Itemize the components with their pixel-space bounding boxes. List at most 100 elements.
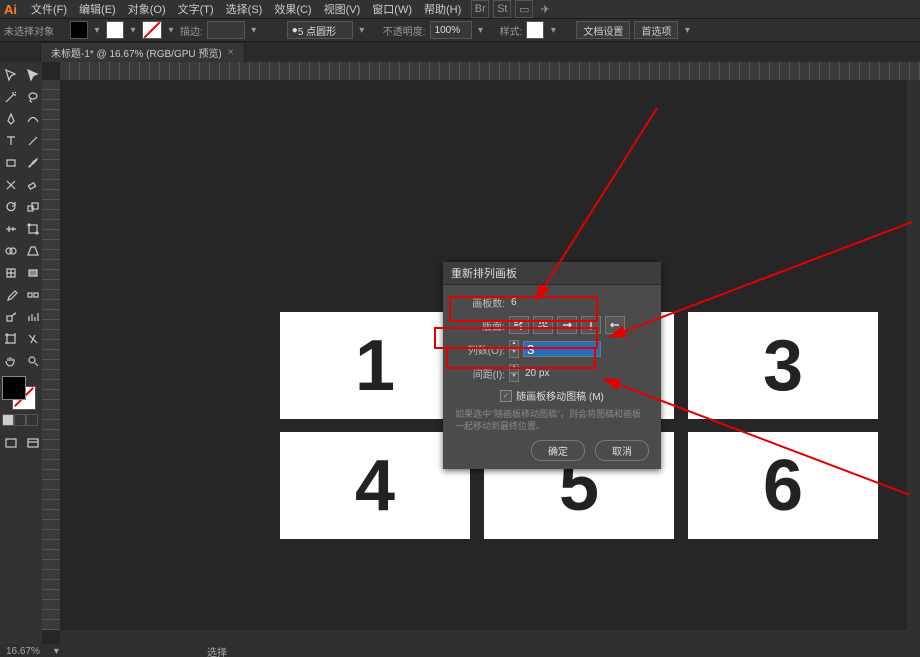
artboard-1[interactable]: 1 <box>280 312 470 419</box>
ruler-horizontal[interactable] <box>60 62 920 81</box>
tab-close-icon[interactable]: × <box>228 47 234 58</box>
zoom-level[interactable]: 16.67% <box>6 646 40 657</box>
stroke-weight-field[interactable] <box>207 21 245 39</box>
artboard-count-label: 画板数: <box>455 295 505 310</box>
layout-col-button[interactable] <box>581 316 601 334</box>
current-tool-label: 选择 <box>207 644 227 657</box>
dialog-help-text: 如果选中“随画板移动图稿”，则会将图稿和画板一起移动到最终位置。 <box>455 409 649 432</box>
columns-stepper[interactable]: ▴▾ <box>509 340 519 358</box>
style-label: 样式: <box>500 23 523 38</box>
fill-swatch[interactable] <box>70 21 88 39</box>
toolbar <box>0 62 42 644</box>
menu-edit[interactable]: 编辑(E) <box>73 1 122 17</box>
mesh-tool[interactable] <box>0 262 22 284</box>
type-tool[interactable] <box>0 130 22 152</box>
screen-mode-toggle[interactable] <box>22 432 44 454</box>
no-selection-label: 未选择对象 <box>4 23 54 38</box>
width-tool[interactable] <box>0 218 22 240</box>
status-bar: 16.67%▾ 选择 <box>0 644 920 657</box>
menu-help[interactable]: 帮助(H) <box>418 1 467 17</box>
layout-grid-row-button[interactable] <box>509 316 529 334</box>
menu-file[interactable]: 文件(F) <box>25 1 73 17</box>
preferences-button[interactable]: 首选项 <box>634 21 678 39</box>
control-bar: 未选择对象 ▾ ▾ ▾ 描边: ▾ ● 5 点圆形 ▾ 不透明度: 100% ▾… <box>0 18 920 42</box>
eyedropper-tool[interactable] <box>0 284 22 306</box>
bridge-icon[interactable]: Br <box>471 0 489 18</box>
color-modes[interactable] <box>2 414 44 426</box>
tab-bar: 未标题-1* @ 16.67% (RGB/GPU 预览) × <box>0 42 920 62</box>
artboard-tool[interactable] <box>0 328 22 350</box>
rectangle-tool[interactable] <box>0 152 22 174</box>
fill-stroke-swatch[interactable] <box>2 376 36 410</box>
free-transform-tool[interactable] <box>22 218 44 240</box>
spacing-stepper[interactable]: ▴▾ <box>509 364 519 382</box>
perspective-tool[interactable] <box>22 240 44 262</box>
slice-tool[interactable] <box>22 328 44 350</box>
paintbrush-tool[interactable] <box>22 152 44 174</box>
zoom-tool[interactable] <box>22 350 44 372</box>
document-setup-button[interactable]: 文档设置 <box>576 21 630 39</box>
selection-tool[interactable] <box>0 64 22 86</box>
ruler-vertical[interactable] <box>42 80 61 630</box>
ok-button[interactable]: 确定 <box>531 440 585 461</box>
menu-object[interactable]: 对象(O) <box>122 1 172 17</box>
screen-mode-normal[interactable] <box>0 432 22 454</box>
line-tool[interactable] <box>22 130 44 152</box>
cancel-button[interactable]: 取消 <box>595 440 649 461</box>
scrollbar-horizontal[interactable] <box>60 629 920 644</box>
send-icon[interactable]: ✈ <box>537 1 553 17</box>
layout-row-button[interactable] <box>557 316 577 334</box>
graph-tool[interactable] <box>22 306 44 328</box>
pen-tool[interactable] <box>0 108 22 130</box>
menu-bar: Ai 文件(F) 编辑(E) 对象(O) 文字(T) 选择(S) 效果(C) 视… <box>0 0 920 18</box>
move-artwork-label: 随画板移动图稿 (M) <box>516 388 604 403</box>
opacity-label: 不透明度: <box>383 23 426 38</box>
lasso-tool[interactable] <box>22 86 44 108</box>
spacing-value[interactable]: 20 px <box>525 368 549 379</box>
artboard-4[interactable]: 4 <box>280 432 470 539</box>
shaper-tool[interactable] <box>0 174 22 196</box>
scrollbar-vertical[interactable] <box>905 80 920 630</box>
symbol-sprayer-tool[interactable] <box>0 306 22 328</box>
dialog-title: 重新排列画板 <box>443 262 661 285</box>
gradient-tool[interactable] <box>22 262 44 284</box>
columns-input[interactable] <box>523 341 601 357</box>
spacing-label: 间距(I): <box>455 366 505 381</box>
menu-type[interactable]: 文字(T) <box>172 1 220 17</box>
arrange-icon[interactable]: ▭ <box>515 0 533 18</box>
stroke-label: 描边: <box>180 23 203 38</box>
hand-tool[interactable] <box>0 350 22 372</box>
stroke-dropdown[interactable]: ▾ <box>128 25 138 36</box>
stroke-none-icon[interactable] <box>142 21 162 39</box>
eraser-tool[interactable] <box>22 174 44 196</box>
app-logo: Ai <box>4 2 17 17</box>
layout-label: 版面: <box>455 318 505 333</box>
scale-tool[interactable] <box>22 196 44 218</box>
rotate-tool[interactable] <box>0 196 22 218</box>
artboard-3[interactable]: 3 <box>688 312 878 419</box>
direct-selection-tool[interactable] <box>22 64 44 86</box>
stroke-swatch[interactable] <box>106 21 124 39</box>
menu-effect[interactable]: 效果(C) <box>268 1 317 17</box>
rearrange-artboards-dialog: 重新排列画板 画板数: 6 版面: 列数(O): ▴▾ 间距(I): ▴▾ 20… <box>443 262 661 469</box>
artboard-count-value: 6 <box>511 297 517 308</box>
menu-window[interactable]: 窗口(W) <box>366 1 418 17</box>
columns-label: 列数(O): <box>455 342 505 357</box>
style-swatch[interactable] <box>526 21 544 39</box>
layout-grid-col-button[interactable] <box>533 316 553 334</box>
artboard-6[interactable]: 6 <box>688 432 878 539</box>
stock-icon[interactable]: St <box>493 0 511 18</box>
layout-rtl-button[interactable] <box>605 316 625 334</box>
menu-select[interactable]: 选择(S) <box>220 1 269 17</box>
move-artwork-checkbox[interactable]: ✓ <box>500 390 512 402</box>
tab-title: 未标题-1* @ 16.67% (RGB/GPU 预览) <box>51 45 222 60</box>
magic-wand-tool[interactable] <box>0 86 22 108</box>
document-tab[interactable]: 未标题-1* @ 16.67% (RGB/GPU 预览) × <box>40 42 245 62</box>
shape-builder-tool[interactable] <box>0 240 22 262</box>
fill-dropdown[interactable]: ▾ <box>92 25 102 36</box>
curvature-tool[interactable] <box>22 108 44 130</box>
brush-field[interactable]: ● 5 点圆形 <box>287 21 353 39</box>
blend-tool[interactable] <box>22 284 44 306</box>
opacity-field[interactable]: 100% <box>430 21 472 39</box>
menu-view[interactable]: 视图(V) <box>318 1 367 17</box>
